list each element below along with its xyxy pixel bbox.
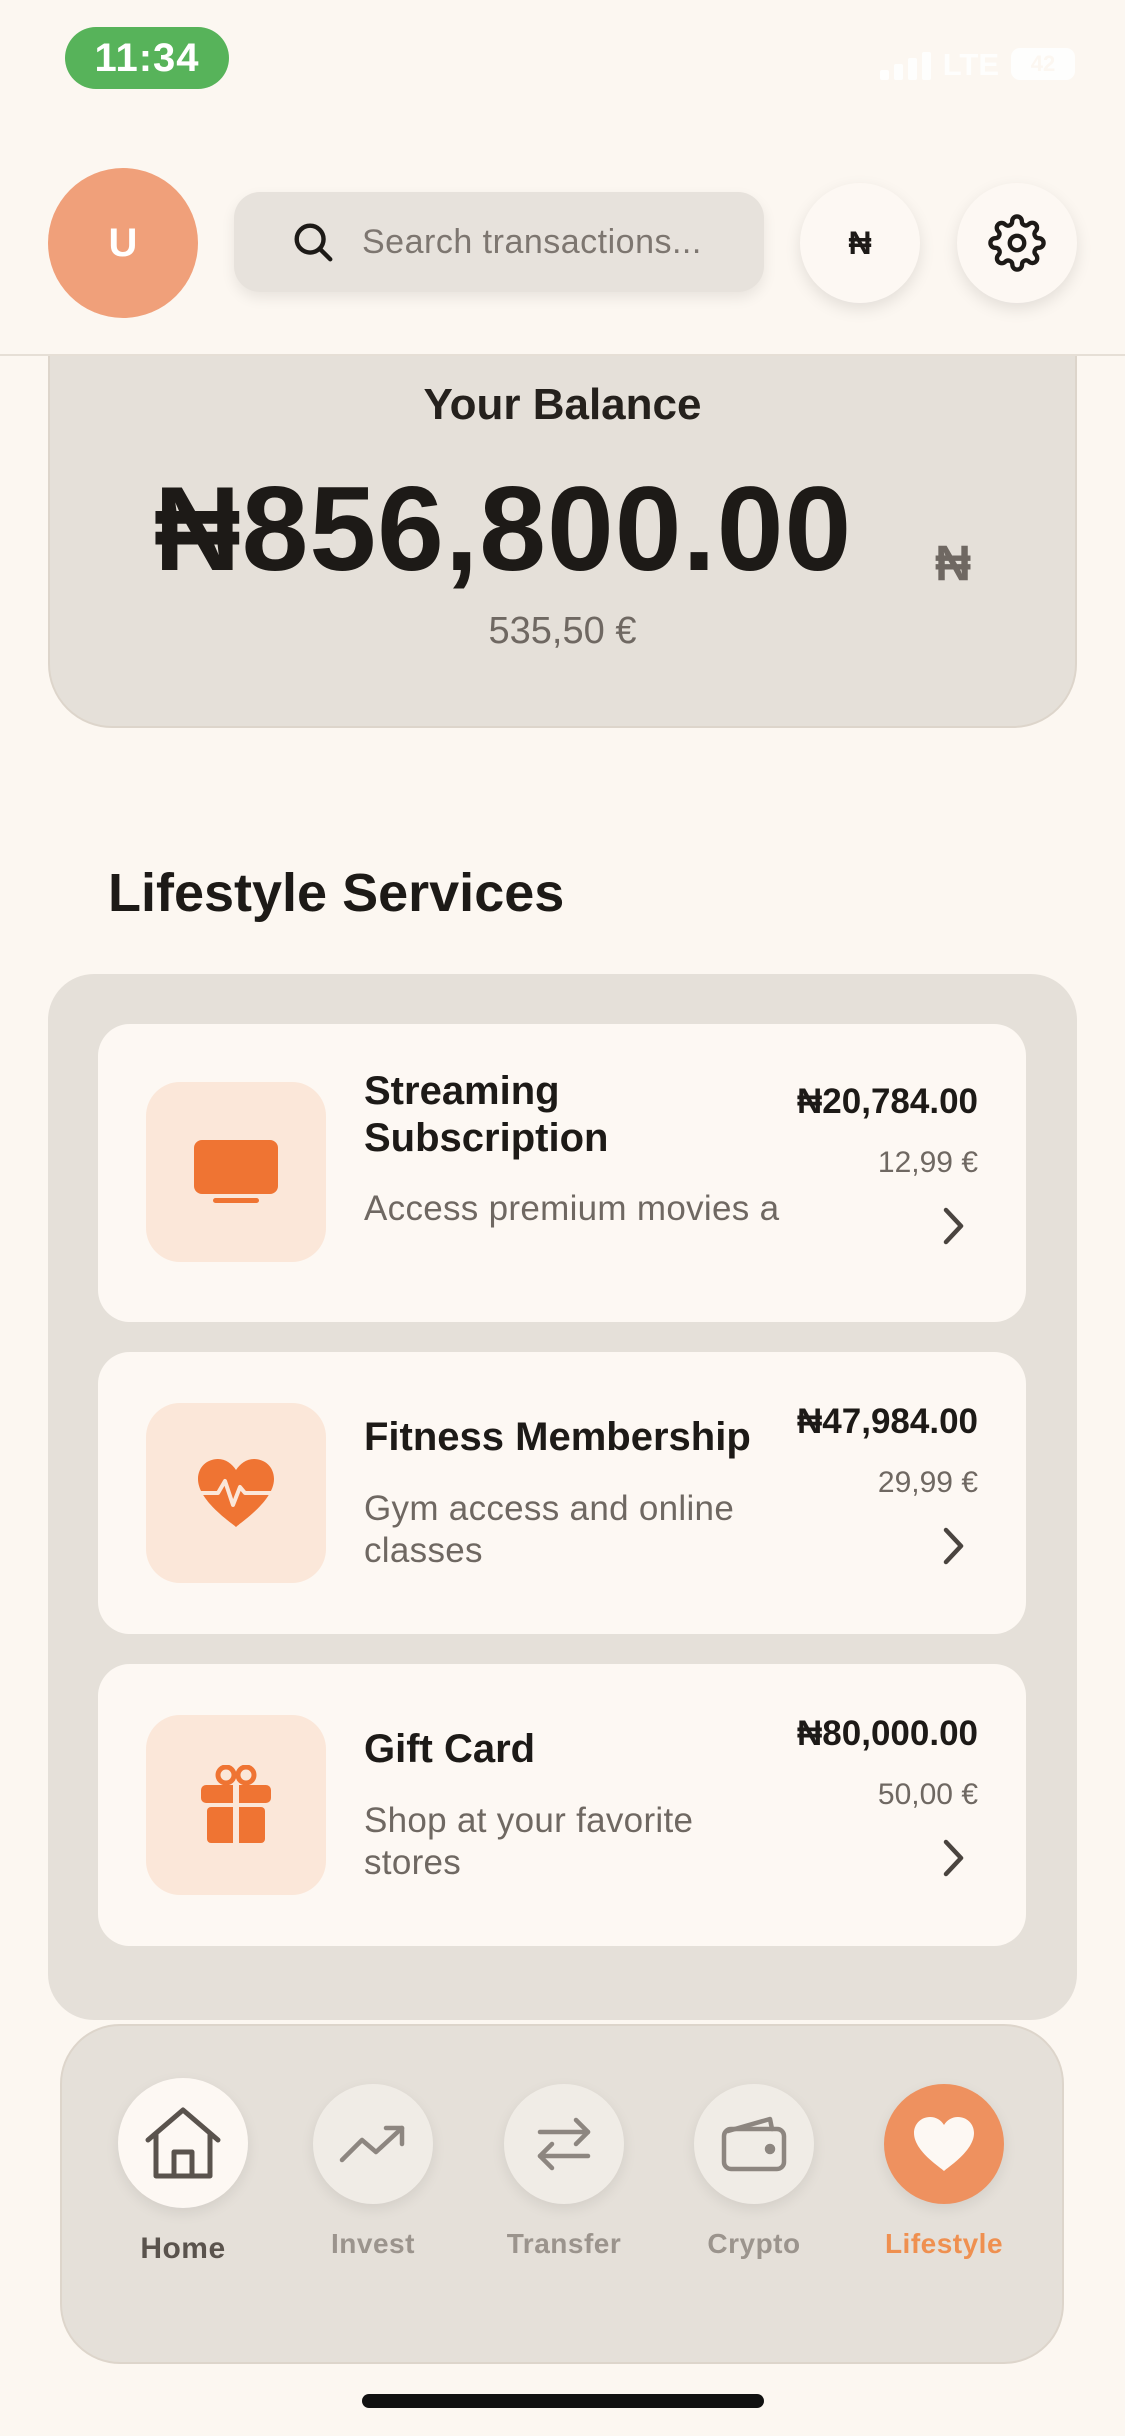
service-price-ngn: ₦20,784.00 (797, 1082, 978, 1121)
service-description-line: classes (364, 1531, 483, 1570)
screen: 11:34 LTE 42 U Search transactions... ₦ … (0, 0, 1125, 2436)
service-description-line: Shop at your favorite (364, 1801, 694, 1840)
nav-label: Invest (331, 2228, 415, 2259)
bottom-nav: Home Invest Transfer Crypto Lifestyle (60, 2024, 1064, 2364)
transfer-icon (537, 2117, 591, 2171)
service-card-gift[interactable]: Gift Card Shop at your favorite stores ₦… (98, 1664, 1026, 1946)
service-title: Gift Card (364, 1727, 536, 1771)
service-description-line: stores (364, 1843, 462, 1882)
service-description-line: Gym access and online (364, 1489, 735, 1528)
service-price-ngn: ₦47,984.00 (797, 1402, 978, 1441)
nav-invest[interactable]: Invest (278, 2084, 468, 2260)
battery-icon: 42 (1011, 48, 1075, 80)
chevron-right-icon[interactable] (938, 1204, 968, 1248)
nav-label: Lifestyle (884, 2228, 1004, 2259)
balance-converted: 535,50 € (488, 610, 637, 652)
settings-button[interactable] (957, 183, 1077, 303)
service-icon-box (146, 1082, 326, 1262)
nav-label: Transfer (506, 2228, 622, 2259)
nav-lifestyle[interactable]: Lifestyle (849, 2084, 1039, 2260)
service-title-line: Subscription (364, 1116, 609, 1160)
service-title: Fitness Membership (364, 1415, 751, 1459)
service-description: Access premium movies a (364, 1189, 780, 1228)
heart-pulse-icon (194, 1459, 278, 1527)
chevron-right-icon[interactable] (938, 1524, 968, 1568)
heart-icon (914, 2117, 974, 2171)
nav-label: Crypto (707, 2228, 801, 2259)
service-price-ngn: ₦80,000.00 (797, 1714, 978, 1753)
avatar[interactable]: U (48, 168, 198, 318)
balance-currency-symbol[interactable]: ₦ (935, 534, 971, 592)
network-label: LTE (942, 47, 999, 82)
nav-lifestyle-circle (884, 2084, 1004, 2204)
service-icon-box (146, 1403, 326, 1583)
service-price-eur: 50,00 € (877, 1778, 978, 1811)
status-time: 11:34 (65, 27, 229, 89)
balance-amount: ₦856,800.00 (154, 462, 853, 596)
services-panel: Streaming Subscription Access premium mo… (48, 974, 1077, 2020)
nav-home-circle (118, 2078, 248, 2208)
nav-home[interactable]: Home (88, 2078, 278, 2266)
wallet-icon (721, 2116, 787, 2172)
balance-card: Your Balance ₦856,800.00 ₦ 535,50 € (48, 300, 1077, 728)
service-card-streaming[interactable]: Streaming Subscription Access premium mo… (98, 1024, 1026, 1322)
nav-crypto[interactable]: Crypto (659, 2084, 849, 2260)
service-description: Gym access and online classes (364, 1488, 734, 1572)
service-card-fitness[interactable]: Fitness Membership Gym access and online… (98, 1352, 1026, 1634)
signal-icon (879, 52, 931, 80)
gear-icon (988, 214, 1046, 272)
gift-icon (201, 1765, 271, 1843)
app-header: 11:34 LTE 42 U Search transactions... ₦ (0, 0, 1125, 356)
service-title-line: Streaming (364, 1069, 560, 1113)
nav-transfer[interactable]: Transfer (469, 2084, 659, 2260)
nav-crypto-circle (694, 2084, 814, 2204)
tv-icon (194, 1140, 278, 1203)
service-price-eur: 12,99 € (877, 1146, 978, 1179)
home-indicator (362, 2394, 764, 2408)
status-indicators: LTE 42 (879, 47, 1075, 82)
balance-label: Your Balance (423, 380, 702, 429)
currency-toggle-button[interactable]: ₦ (800, 183, 920, 303)
service-description: Shop at your favorite stores (364, 1800, 693, 1884)
section-title: Lifestyle Services (108, 863, 565, 923)
home-icon (145, 2107, 221, 2179)
nav-transfer-circle (504, 2084, 624, 2204)
nav-label: Home (140, 2232, 226, 2265)
search-input[interactable]: Search transactions... (234, 192, 764, 292)
service-price-eur: 29,99 € (877, 1466, 978, 1499)
search-placeholder: Search transactions... (362, 222, 702, 261)
chevron-right-icon[interactable] (938, 1836, 968, 1880)
trending-up-icon (339, 2125, 405, 2163)
search-icon (294, 223, 333, 262)
service-title: Streaming Subscription (364, 1068, 608, 1162)
service-icon-box (146, 1715, 326, 1895)
nav-invest-circle (313, 2084, 433, 2204)
